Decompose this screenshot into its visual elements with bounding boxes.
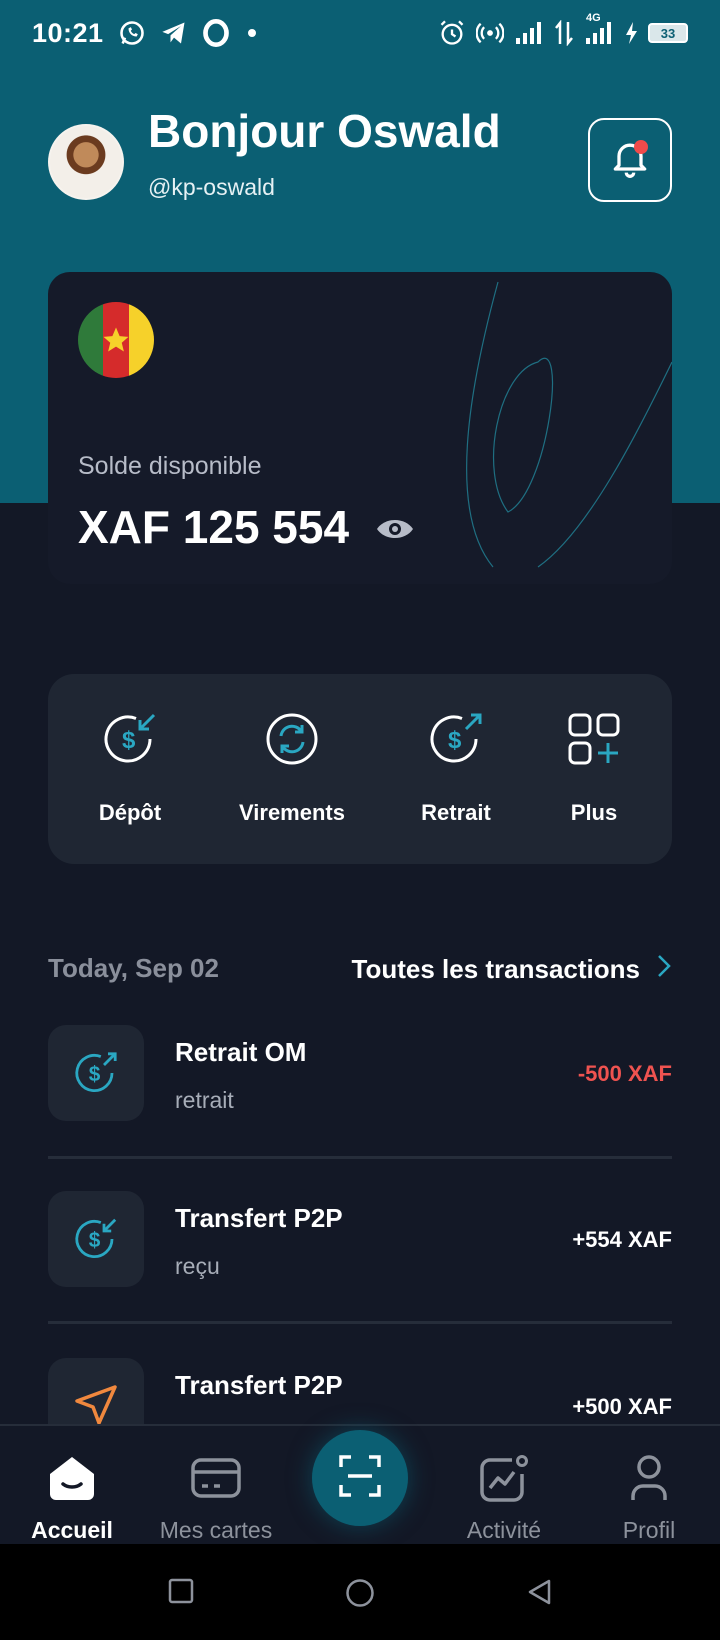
whatsapp-icon: [118, 19, 146, 47]
notification-badge: [634, 140, 648, 154]
withdraw-button[interactable]: $ Retrait: [376, 706, 536, 826]
profile-icon: [623, 1454, 675, 1507]
system-navigation-bar: [0, 1544, 720, 1640]
withdraw-icon: $: [48, 1025, 144, 1121]
nav-home[interactable]: Accueil: [2, 1454, 142, 1544]
status-bar: 10:21 4G 33: [0, 0, 720, 66]
signal-4g-icon: 4G: [584, 12, 614, 46]
quick-actions: $ Dépôt Virements $ Retrait Plus: [48, 674, 672, 864]
all-transactions-label: Toutes les transactions: [351, 954, 641, 984]
transaction-subtitle: retrait: [175, 1087, 234, 1113]
data-transfer-icon: [554, 20, 574, 46]
divider: [48, 1321, 672, 1324]
greeting-title: Bonjour Oswald: [148, 105, 501, 157]
transaction-title: Transfert P2P: [175, 1203, 343, 1233]
card-icon: [190, 1454, 242, 1507]
more-button[interactable]: Plus: [514, 706, 674, 826]
deposit-icon: $: [100, 706, 160, 772]
chevron-right-icon: [656, 953, 672, 986]
back-icon[interactable]: [526, 1578, 552, 1611]
withdraw-icon: $: [426, 706, 486, 772]
svg-text:$: $: [89, 1063, 101, 1086]
withdraw-label: Retrait: [421, 800, 491, 825]
transfers-label: Virements: [239, 800, 345, 825]
home-circle-icon[interactable]: [345, 1578, 375, 1613]
transaction-title: Transfert P2P: [175, 1370, 343, 1400]
nav-activity-label: Activité: [466, 1517, 542, 1543]
all-transactions-link[interactable]: Toutes les transactions: [352, 953, 673, 986]
nav-cards[interactable]: Mes cartes: [146, 1454, 286, 1544]
svg-text:$: $: [89, 1229, 101, 1252]
hotspot-icon: [476, 19, 504, 47]
nav-activity[interactable]: Activité: [434, 1454, 574, 1544]
avatar[interactable]: [48, 124, 124, 200]
telegram-icon: [160, 19, 188, 47]
svg-text:$: $: [448, 727, 462, 754]
alarm-icon: [438, 19, 466, 47]
transaction-amount: +554 XAF: [572, 1227, 672, 1252]
dot-icon: [244, 25, 260, 41]
grid-plus-icon: [566, 706, 622, 772]
transactions-date: Today, Sep 02: [48, 953, 219, 983]
transaction-row[interactable]: $ Transfert P2P reçu +554 XAF: [48, 1191, 672, 1289]
balance-amount: XAF 125 554: [78, 501, 350, 553]
transfers-button[interactable]: Virements: [212, 706, 372, 826]
scan-icon: [337, 1453, 383, 1504]
transfer-icon: [262, 706, 322, 772]
recents-icon[interactable]: [168, 1578, 194, 1609]
nav-cards-label: Mes cartes: [159, 1517, 273, 1543]
network-type: 4G: [586, 12, 601, 24]
scan-button[interactable]: [312, 1430, 408, 1526]
home-icon: [46, 1454, 98, 1507]
transaction-amount: -500 XAF: [577, 1061, 672, 1086]
battery-indicator: 33: [648, 23, 688, 43]
balance-label: Solde disponible: [78, 452, 262, 480]
deposit-button[interactable]: $ Dépôt: [50, 706, 210, 826]
transaction-row[interactable]: $ Retrait OM retrait -500 XAF: [48, 1025, 672, 1123]
deposit-label: Dépôt: [98, 800, 162, 825]
activity-icon: [478, 1454, 530, 1507]
notifications-button[interactable]: [588, 118, 672, 202]
eye-icon[interactable]: [375, 500, 415, 554]
nav-profile-label: Profil: [622, 1517, 676, 1543]
balance-card: Solde disponible XAF 125 554: [48, 272, 672, 584]
opera-icon: [202, 19, 230, 47]
status-time: 10:21: [32, 17, 104, 48]
signal-icon: [514, 20, 544, 46]
user-handle: @kp-oswald: [148, 174, 275, 200]
deposit-icon: $: [48, 1191, 144, 1287]
transaction-title: Retrait OM: [175, 1037, 307, 1067]
more-label: Plus: [570, 800, 618, 825]
svg-text:$: $: [122, 727, 136, 754]
transaction-amount: +500 XAF: [572, 1394, 672, 1419]
cameroon-flag-icon: [78, 302, 154, 378]
nav-profile[interactable]: Profil: [579, 1454, 719, 1544]
charging-icon: [624, 21, 638, 45]
divider: [48, 1156, 672, 1159]
transaction-subtitle: reçu: [175, 1253, 220, 1279]
nav-home-label: Accueil: [31, 1517, 113, 1543]
